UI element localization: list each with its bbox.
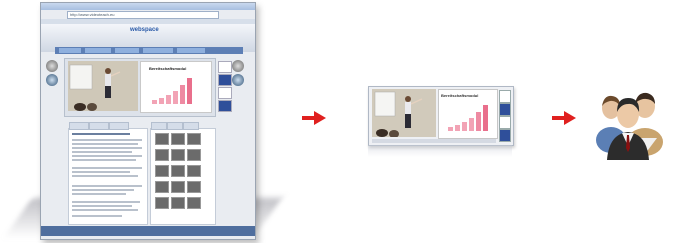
dock-circle-icon bbox=[46, 60, 58, 72]
embedded-slide-title: Bereitschaftsmodul bbox=[149, 66, 187, 71]
browser-titlebar bbox=[41, 3, 255, 10]
slide-thumb bbox=[218, 74, 232, 86]
player-thumb bbox=[499, 129, 511, 142]
slide-thumb bbox=[218, 61, 232, 73]
player-slide-title: Bereitschaftsmodul bbox=[441, 93, 479, 98]
player-thumb bbox=[499, 90, 511, 103]
video-grid-panel bbox=[150, 122, 216, 225]
presenter-scene-image bbox=[68, 61, 138, 111]
right-arrow-icon bbox=[552, 111, 576, 125]
player-thumb bbox=[499, 116, 511, 129]
dock-circle-icon bbox=[232, 74, 244, 86]
player-reflection bbox=[368, 145, 512, 157]
player-thumb bbox=[499, 103, 511, 116]
site-footer bbox=[41, 226, 255, 236]
embedded-video bbox=[68, 61, 138, 111]
player-controls-bar bbox=[372, 139, 496, 143]
slide-thumb bbox=[218, 87, 232, 99]
presenter-scene-image bbox=[372, 89, 436, 137]
right-arrow-icon bbox=[302, 111, 326, 125]
dock-circle-icon bbox=[232, 60, 244, 72]
player-slide-chart bbox=[448, 105, 488, 131]
site-nav bbox=[55, 47, 243, 54]
slide-thumb bbox=[218, 100, 232, 112]
address-text: http://www.videoteach.eu bbox=[70, 12, 115, 17]
dock-circle-icon bbox=[46, 74, 58, 86]
player-video bbox=[372, 89, 436, 137]
browser-address-bar: http://www.videoteach.eu bbox=[67, 11, 219, 19]
users-group-icon bbox=[596, 92, 663, 160]
content-panel bbox=[68, 122, 148, 225]
embedded-slide-chart bbox=[152, 78, 192, 104]
site-logo: webspace bbox=[130, 27, 159, 33]
